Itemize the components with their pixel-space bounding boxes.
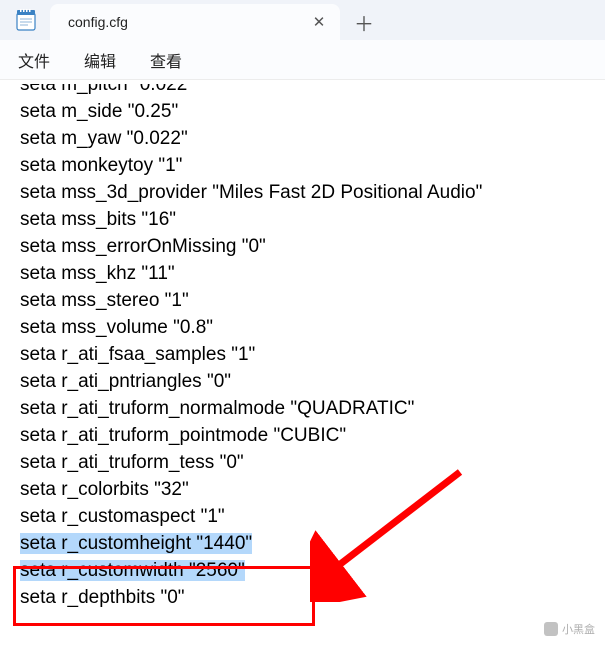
text-line: seta r_ati_pntriangles "0" [20, 368, 585, 395]
text-line: seta r_customaspect "1" [20, 503, 585, 530]
text-line: seta r_ati_fsaa_samples "1" [20, 341, 585, 368]
file-tab[interactable]: config.cfg ✕ [50, 4, 340, 40]
menu-edit[interactable]: 编辑 [84, 48, 116, 72]
text-line: seta mss_stereo "1" [20, 287, 585, 314]
text-line: seta monkeytoy "1" [20, 152, 585, 179]
text-line-highlighted: seta r_customwidth "2560" [20, 557, 585, 584]
text-line: seta r_depthbits "0" [20, 584, 585, 611]
text-line: seta r_ati_truform_tess "0" [20, 449, 585, 476]
close-icon[interactable]: ✕ [308, 11, 330, 33]
text-line: seta r_ati_truform_normalmode "QUADRATIC… [20, 395, 585, 422]
text-line: seta mss_errorOnMissing "0" [20, 233, 585, 260]
notepad-icon [14, 8, 38, 32]
text-line-highlighted: seta r_customheight "1440" [20, 530, 585, 557]
text-line: seta m_side "0.25" [20, 98, 585, 125]
text-line: seta mss_bits "16" [20, 206, 585, 233]
text-line: seta mss_volume "0.8" [20, 314, 585, 341]
text-line: seta m_yaw "0.022" [20, 125, 585, 152]
menu-bar: 文件 编辑 查看 [0, 40, 605, 80]
tab-title: config.cfg [68, 14, 308, 30]
text-line: seta mss_3d_provider "Miles Fast 2D Posi… [20, 179, 585, 206]
new-tab-button[interactable]: ＋ [344, 4, 384, 40]
watermark: 小黑盒 [544, 621, 595, 637]
editor-content[interactable]: seta m_pitch "0.022" seta m_side "0.25" … [0, 80, 605, 645]
text-line: seta r_colorbits "32" [20, 476, 585, 503]
text-line: seta m_pitch "0.022" [20, 84, 585, 98]
text-line: seta mss_khz "11" [20, 260, 585, 287]
menu-view[interactable]: 查看 [150, 48, 182, 72]
menu-file[interactable]: 文件 [18, 48, 50, 72]
tab-bar: config.cfg ✕ ＋ [0, 0, 605, 40]
text-line: seta r_ati_truform_pointmode "CUBIC" [20, 422, 585, 449]
watermark-text: 小黑盒 [562, 621, 595, 637]
watermark-icon [544, 622, 558, 636]
